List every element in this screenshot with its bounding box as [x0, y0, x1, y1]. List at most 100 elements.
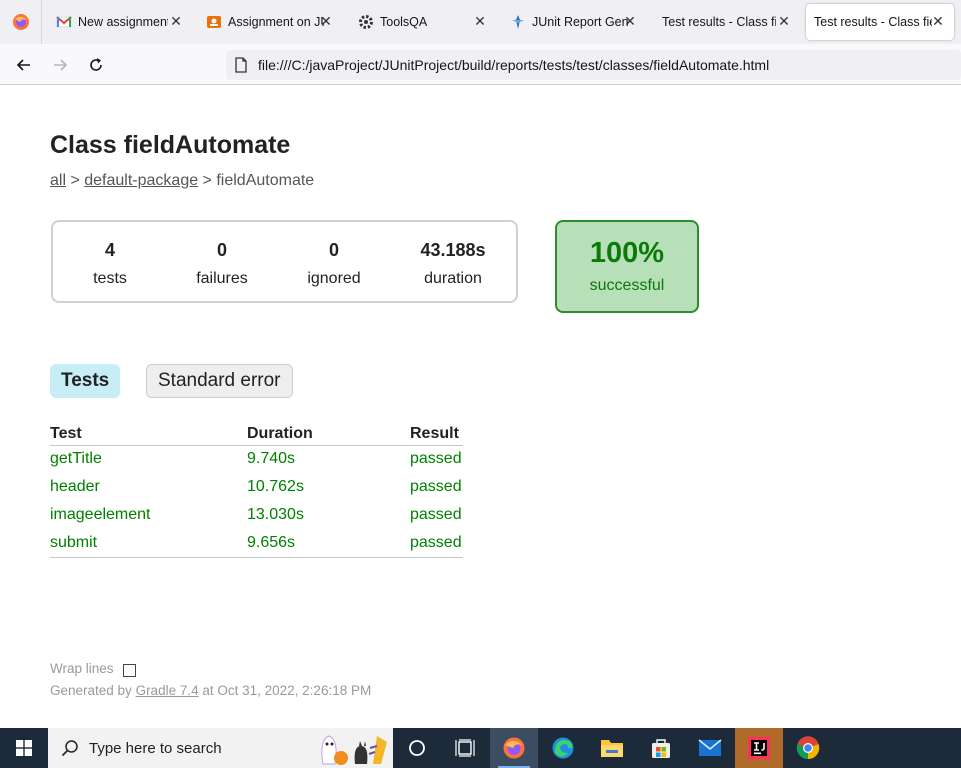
back-button[interactable] — [11, 52, 37, 78]
wrap-lines-control: Wrap lines — [50, 660, 371, 677]
taskbar-edge[interactable] — [539, 728, 587, 768]
reload-icon — [90, 58, 102, 71]
browser-tab-assignment[interactable]: Assignment on JU ✕ — [206, 4, 336, 40]
counter-label: ignored — [307, 270, 361, 287]
taskbar-store[interactable] — [637, 728, 685, 768]
tests-counter: 4 tests — [60, 240, 160, 288]
windows-icon — [16, 740, 32, 756]
counter-value: 43.188s — [420, 240, 486, 260]
counter-label: duration — [424, 270, 482, 287]
table-row: getTitle 9.740s passed — [50, 445, 463, 473]
test-name: imageelement — [50, 506, 151, 523]
forward-button[interactable] — [47, 52, 73, 78]
footer: Wrap lines Generated by Gradle 7.4 at Oc… — [50, 660, 371, 698]
counter-label: failures — [196, 270, 248, 287]
reload-button[interactable] — [83, 52, 109, 78]
test-name: submit — [50, 529, 247, 558]
chrome-icon — [796, 736, 820, 760]
cortana-button[interactable] — [393, 728, 441, 768]
page-icon — [235, 57, 247, 73]
edge-icon — [552, 737, 574, 759]
tab-label: Assignment on JU — [228, 15, 324, 29]
taskbar: Type here to search — [0, 728, 961, 768]
table-header-row: Test Duration Result — [50, 423, 463, 446]
taskbar-mail[interactable] — [686, 728, 734, 768]
breadcrumb-separator: > — [66, 172, 85, 189]
generated-suffix: at Oct 31, 2022, 2:26:18 PM — [198, 683, 372, 698]
test-result: passed — [410, 506, 462, 523]
page-title: Class fieldAutomate — [50, 131, 291, 159]
tab-standard-error[interactable]: Standard error — [146, 364, 293, 398]
failures-counter: 0 failures — [172, 240, 272, 288]
forward-arrow-icon — [54, 59, 68, 71]
url-text: file:///C:/javaProject/JUnitProject/buil… — [258, 57, 770, 73]
wrap-lines-label: Wrap lines — [50, 661, 114, 676]
tab-label: New assignment — [78, 15, 168, 29]
start-button[interactable] — [0, 728, 48, 768]
firefox-view-button[interactable] — [0, 0, 42, 44]
test-result: passed — [410, 529, 463, 558]
tab-tests[interactable]: Tests — [50, 364, 121, 398]
store-icon — [652, 739, 670, 758]
generated-by-text: Generated by Gradle 7.4 at Oct 31, 2022,… — [50, 683, 371, 698]
table-row: header 10.762s passed — [50, 473, 463, 501]
gradle-link[interactable]: Gradle 7.4 — [136, 683, 199, 698]
close-icon[interactable]: ✕ — [472, 13, 488, 29]
test-name: header — [50, 478, 100, 495]
browser-tab-test-results[interactable]: Test results - Class fiel ✕ — [662, 4, 794, 40]
ignored-counter: 0 ignored — [284, 240, 384, 288]
taskbar-intellij[interactable] — [735, 728, 783, 768]
breadcrumb-link-all[interactable]: all — [50, 172, 66, 189]
mail-icon — [698, 739, 722, 756]
tests-table: Test Duration Result getTitle 9.740s pas… — [50, 423, 463, 558]
counter-value: 0 — [216, 240, 227, 260]
cortana-circle-icon — [409, 740, 425, 756]
back-arrow-icon — [16, 59, 30, 71]
tab-label: ToolsQA — [380, 15, 428, 29]
browser-tab-gmail[interactable]: New assignment ✕ — [56, 4, 186, 40]
duration-counter: 43.188s duration — [403, 240, 503, 288]
classroom-icon — [207, 16, 221, 28]
halloween-doodle-icon — [321, 735, 387, 765]
tab-label: Test results - Class fiel — [814, 15, 932, 29]
firefox-icon — [12, 14, 29, 30]
summary-box: 4 tests 0 failures 0 ignored 43.188s dur… — [51, 220, 518, 303]
counter-value: 4 — [104, 240, 115, 260]
breadcrumb-separator: > — [198, 172, 217, 189]
gmail-icon — [56, 16, 72, 28]
table-row: submit 9.656s passed — [50, 529, 463, 558]
close-icon[interactable]: ✕ — [776, 13, 792, 29]
wrap-lines-checkbox[interactable] — [122, 664, 136, 677]
navigation-bar: file:///C:/javaProject/JUnitProject/buil… — [0, 44, 961, 85]
success-label: successful — [589, 277, 665, 294]
taskbar-file-explorer[interactable] — [588, 728, 636, 768]
breadcrumb: all > default-package > fieldAutomate — [50, 172, 314, 190]
close-icon[interactable]: ✕ — [168, 13, 184, 29]
tab-strip: New assignment ✕ Assignment on JU ✕ Tool… — [0, 0, 961, 44]
counter-label: tests — [93, 270, 127, 287]
taskbar-search[interactable]: Type here to search — [48, 728, 393, 768]
counter-value: 0 — [328, 240, 339, 260]
close-icon[interactable]: ✕ — [930, 13, 946, 29]
column-header-duration: Duration — [247, 423, 410, 446]
taskbar-chrome[interactable] — [784, 728, 832, 768]
success-rate-box: 100% successful — [555, 220, 699, 313]
browser-tab-test-results-active[interactable]: Test results - Class fiel ✕ — [806, 4, 954, 40]
breadcrumb-link-package[interactable]: default-package — [84, 172, 198, 189]
generated-prefix: Generated by — [50, 683, 136, 698]
task-view-icon — [455, 739, 475, 757]
browser-tab-toolsqa[interactable]: ToolsQA ✕ — [358, 4, 490, 40]
address-bar[interactable]: file:///C:/javaProject/JUnitProject/buil… — [226, 50, 961, 80]
column-header-result: Result — [410, 423, 463, 446]
close-icon[interactable]: ✕ — [318, 13, 334, 29]
test-duration: 13.030s — [247, 506, 304, 523]
close-icon[interactable]: ✕ — [622, 13, 638, 29]
task-view-button[interactable] — [441, 728, 489, 768]
search-icon — [61, 740, 78, 757]
column-header-test: Test — [50, 423, 247, 446]
taskbar-firefox[interactable] — [490, 728, 538, 768]
firefox-icon — [503, 737, 525, 759]
browser-tab-junit[interactable]: JUnit Report Gene ✕ — [510, 4, 640, 40]
table-row: imageelement 13.030s passed — [50, 501, 463, 529]
test-duration: 9.740s — [247, 450, 296, 468]
